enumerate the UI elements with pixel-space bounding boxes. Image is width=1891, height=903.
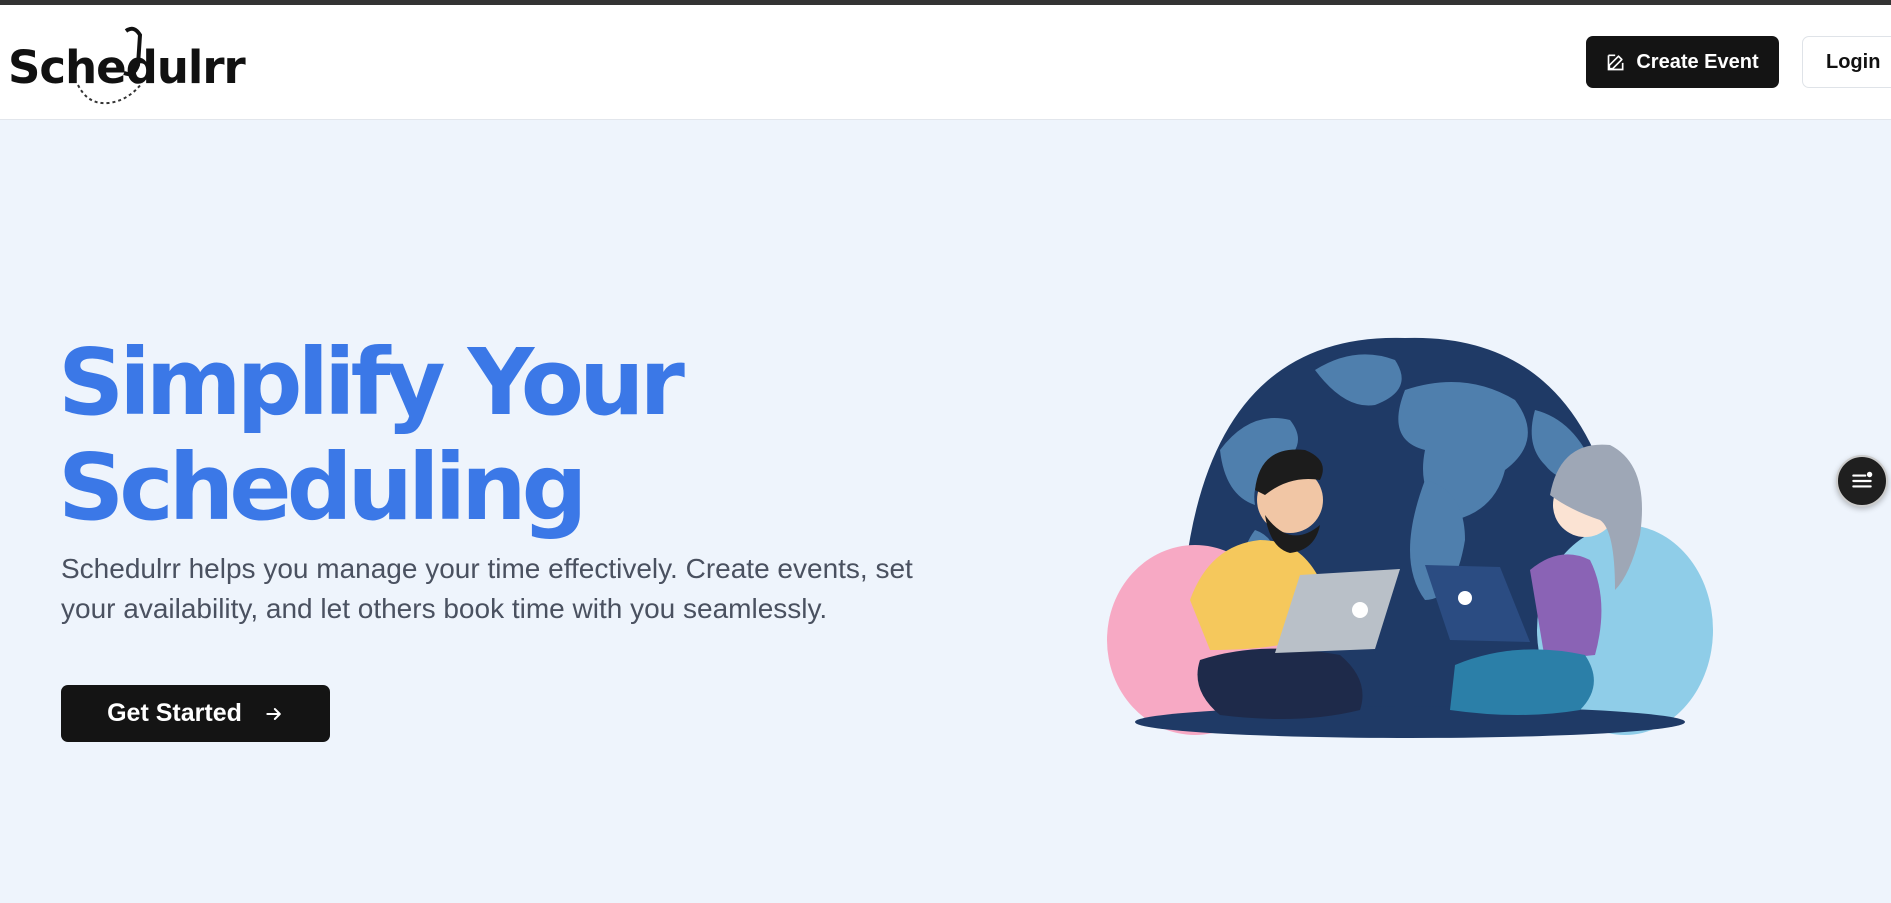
page: Schedulrr Create Event Login Simplify Yo… — [0, 5, 1891, 903]
login-button[interactable]: Login — [1802, 36, 1891, 88]
hero-illustration — [1107, 337, 1713, 738]
menu-icon — [1852, 471, 1873, 488]
arrow-right-icon — [266, 707, 281, 720]
hero-title-line-1: Simplify Your — [58, 329, 685, 436]
create-event-label: Create Event — [1636, 50, 1759, 73]
edit-icon — [1608, 54, 1624, 71]
logo-phone-cord-icon — [77, 26, 143, 105]
hero-description: Schedulrr helps you manage your time eff… — [61, 553, 913, 624]
create-event-button[interactable]: Create Event — [1586, 36, 1779, 88]
hero-title: Simplify Your Scheduling — [58, 329, 685, 541]
menu-fab[interactable] — [1836, 455, 1888, 507]
get-started-button[interactable]: Get Started — [61, 685, 330, 742]
get-started-label: Get Started — [107, 699, 242, 727]
hero-title-line-2: Scheduling — [58, 434, 587, 541]
logo[interactable]: Schedulrr — [8, 19, 246, 111]
top-nav: Schedulrr Create Event Login — [0, 5, 1891, 120]
